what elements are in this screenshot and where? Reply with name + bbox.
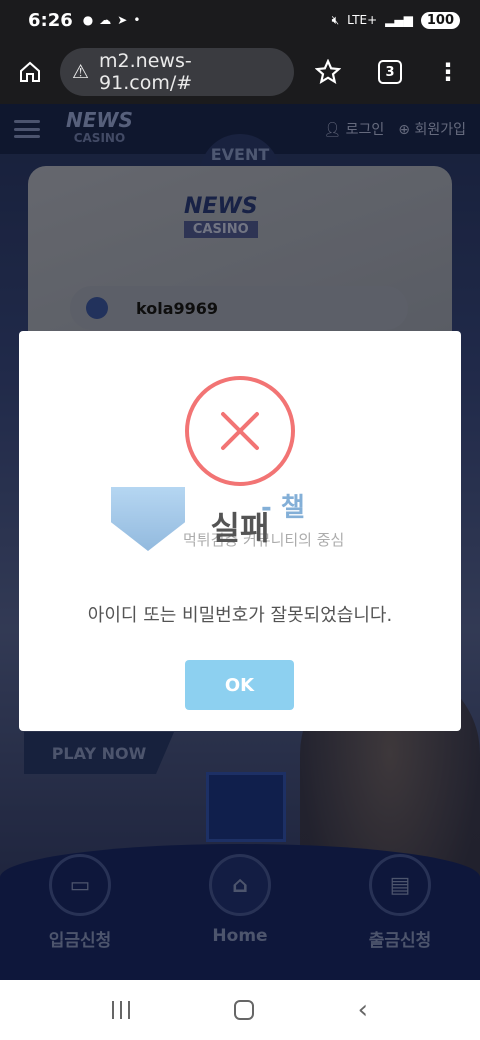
cloud-icon: ☁ <box>99 13 112 27</box>
bookmark-star-icon[interactable] <box>310 54 346 90</box>
mute-icon: 🔇︎ <box>331 12 340 27</box>
status-time: 6:26 <box>28 9 73 31</box>
warning-icon[interactable]: ⚠ <box>72 61 89 83</box>
dot-icon: • <box>133 13 141 27</box>
menu-kebab-icon[interactable]: ⋮ <box>430 54 466 90</box>
system-home-icon[interactable] <box>233 1000 254 1020</box>
ok-button[interactable]: OK <box>185 660 294 710</box>
error-x-icon <box>185 376 295 486</box>
status-right: 🔇︎ LTE+ ▂▄▆ 100 <box>331 11 460 29</box>
battery-level: 100 <box>420 11 460 29</box>
error-dialog: - 챌 먹튀검증 커뮤니티의 중심 실패 아이디 또는 비밀번호가 잘못되었습니… <box>19 331 461 731</box>
network-label: LTE+ <box>347 13 378 27</box>
system-nav-bar: ‹ <box>0 980 480 1040</box>
tab-count: 3 <box>378 60 402 84</box>
notification-icons: ● ☁ ➤ • <box>83 13 141 27</box>
signal-icon: ▂▄▆ <box>385 13 413 27</box>
dialog-title: 실패 <box>210 509 270 547</box>
tab-switcher-button[interactable]: 3 <box>372 54 408 90</box>
recent-apps-icon[interactable] <box>111 1001 130 1019</box>
address-bar[interactable]: ⚠ m2.news-91.com/# <box>60 48 294 96</box>
url-text: m2.news-91.com/# <box>99 50 193 94</box>
talk-icon: ● <box>82 13 94 27</box>
telegram-icon: ➤ <box>117 13 128 27</box>
home-icon[interactable] <box>12 54 48 90</box>
dialog-message: 아이디 또는 비밀번호가 잘못되었습니다. <box>87 605 393 626</box>
browser-toolbar: ⚠ m2.news-91.com/# 3 ⋮ <box>0 40 480 104</box>
status-bar: 6:26 ● ☁ ➤ • 🔇︎ LTE+ ▂▄▆ 100 <box>0 0 480 40</box>
back-icon[interactable]: ‹ <box>358 995 368 1025</box>
